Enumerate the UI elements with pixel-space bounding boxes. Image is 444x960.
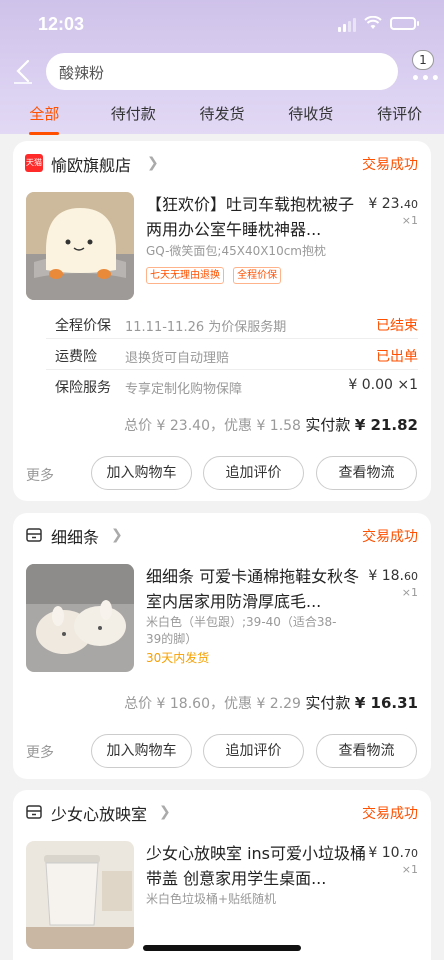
shop-icon	[26, 528, 42, 542]
product-title[interactable]: 【狂欢价】吐司车载抱枕被子两用办公室午睡枕神器...	[146, 192, 366, 242]
ship-note: 30天内发货	[146, 651, 210, 665]
shop-name: 愉欧旗舰店	[51, 156, 132, 175]
order-card: 少女心放映室 ❯ 交易成功 少女心放映室 ins可爱小垃圾桶带盖 创意家用学生桌…	[13, 790, 431, 960]
order-status: 交易成功	[362, 157, 418, 173]
order-status: 交易成功	[362, 529, 418, 545]
chevron-right-icon: ❯	[147, 155, 159, 171]
add-review-button[interactable]: 追加评价	[203, 456, 304, 490]
product-qty: ×1	[401, 214, 418, 227]
shop-name: 细细条	[51, 528, 100, 547]
add-to-cart-button[interactable]: 加入购物车	[91, 734, 192, 768]
product-price: ¥ 23.40	[368, 196, 418, 212]
shop-row[interactable]: 细细条 ❯ 交易成功	[13, 513, 431, 555]
more-badge: 1	[412, 50, 434, 70]
product-sku: 米白色（半包跟）;39-40（适合38-39的脚）	[146, 615, 337, 646]
order-card: 天猫 愉欧旗舰店 ❯ 交易成功 【狂欢价】吐司车载抱枕被子两用办公室午睡枕神器.…	[13, 141, 431, 501]
chevron-right-icon: ❯	[111, 527, 123, 543]
back-arrow-icon[interactable]	[8, 56, 38, 86]
product-image[interactable]	[26, 841, 134, 949]
tag-return: 七天无理由退换	[146, 267, 224, 284]
tab-pending-payment[interactable]: 待付款	[89, 96, 178, 136]
order-card: 细细条 ❯ 交易成功 细细条 可爱卡通棉拖鞋女秋冬室内居家用防滑厚底毛... ¥…	[13, 513, 431, 779]
product-price: ¥ 18.60	[368, 568, 418, 584]
product-sku: 米白色垃圾桶+贴纸随机	[146, 892, 277, 906]
view-logistics-button[interactable]: 查看物流	[316, 734, 417, 768]
add-to-cart-button[interactable]: 加入购物车	[91, 456, 192, 490]
order-status: 交易成功	[362, 806, 418, 822]
tag-price-protect: 全程价保	[233, 267, 282, 284]
tab-pending-receipt[interactable]: 待收货	[266, 96, 355, 136]
product-title[interactable]: 少女心放映室 ins可爱小垃圾桶带盖 创意家用学生桌面...	[146, 841, 366, 891]
signal-icon	[338, 18, 358, 32]
product-price: ¥ 10.70	[368, 845, 418, 861]
shop-row[interactable]: 天猫 愉欧旗舰店 ❯ 交易成功	[13, 141, 431, 183]
shop-row[interactable]: 少女心放映室 ❯ 交易成功	[13, 790, 431, 832]
product-image[interactable]	[26, 192, 134, 300]
tab-pending-shipment[interactable]: 待发货	[178, 96, 267, 136]
tmall-icon: 天猫	[25, 154, 43, 172]
shop-icon	[26, 805, 42, 819]
search-input[interactable]: 酸辣粉	[46, 53, 398, 90]
service-tags: 七天无理由退换 全程价保	[146, 263, 285, 284]
status-time: 12:03	[38, 14, 85, 34]
product-qty: ×1	[401, 586, 418, 599]
search-query: 酸辣粉	[59, 64, 105, 82]
status-bar: 12:03	[0, 0, 444, 46]
order-total: 总价 ¥ 23.40，优惠 ¥ 1.58 实付款 ¥ 21.82	[124, 416, 418, 434]
service-row-shipping-insurance[interactable]: 运费险 退换货可自动理赔 已出单	[13, 338, 431, 372]
service-row-price-protect[interactable]: 全程价保 11.11-11.26 为价保服务期 已结束	[13, 307, 431, 341]
shop-name: 少女心放映室	[51, 805, 148, 824]
more-link[interactable]: 更多	[26, 465, 54, 485]
header: 12:03 酸辣粉 ••• 1 全部 待付款 待发货 待收货 待评价	[0, 0, 444, 136]
product-sku: GQ-微笑面包;45X40X10cm抱枕	[146, 244, 326, 258]
service-row-insurance[interactable]: 保险服务 专享定制化购物保障 ¥ 0.00 ×1	[13, 369, 431, 403]
view-logistics-button[interactable]: 查看物流	[316, 456, 417, 490]
tab-pending-review[interactable]: 待评价	[355, 96, 444, 136]
home-indicator[interactable]	[143, 945, 301, 951]
tab-all[interactable]: 全部	[0, 96, 89, 136]
add-review-button[interactable]: 追加评价	[203, 734, 304, 768]
more-dots-icon: •••	[411, 71, 441, 87]
product-title[interactable]: 细细条 可爱卡通棉拖鞋女秋冬室内居家用防滑厚底毛...	[146, 564, 366, 614]
wifi-icon	[364, 16, 382, 29]
chevron-right-icon: ❯	[159, 804, 171, 820]
more-link[interactable]: 更多	[26, 742, 54, 762]
order-total: 总价 ¥ 18.60，优惠 ¥ 2.29 实付款 ¥ 16.31	[124, 694, 418, 712]
battery-icon	[390, 17, 419, 30]
product-image[interactable]	[26, 564, 134, 672]
product-qty: ×1	[401, 863, 418, 876]
order-tabs: 全部 待付款 待发货 待收货 待评价	[0, 96, 444, 136]
